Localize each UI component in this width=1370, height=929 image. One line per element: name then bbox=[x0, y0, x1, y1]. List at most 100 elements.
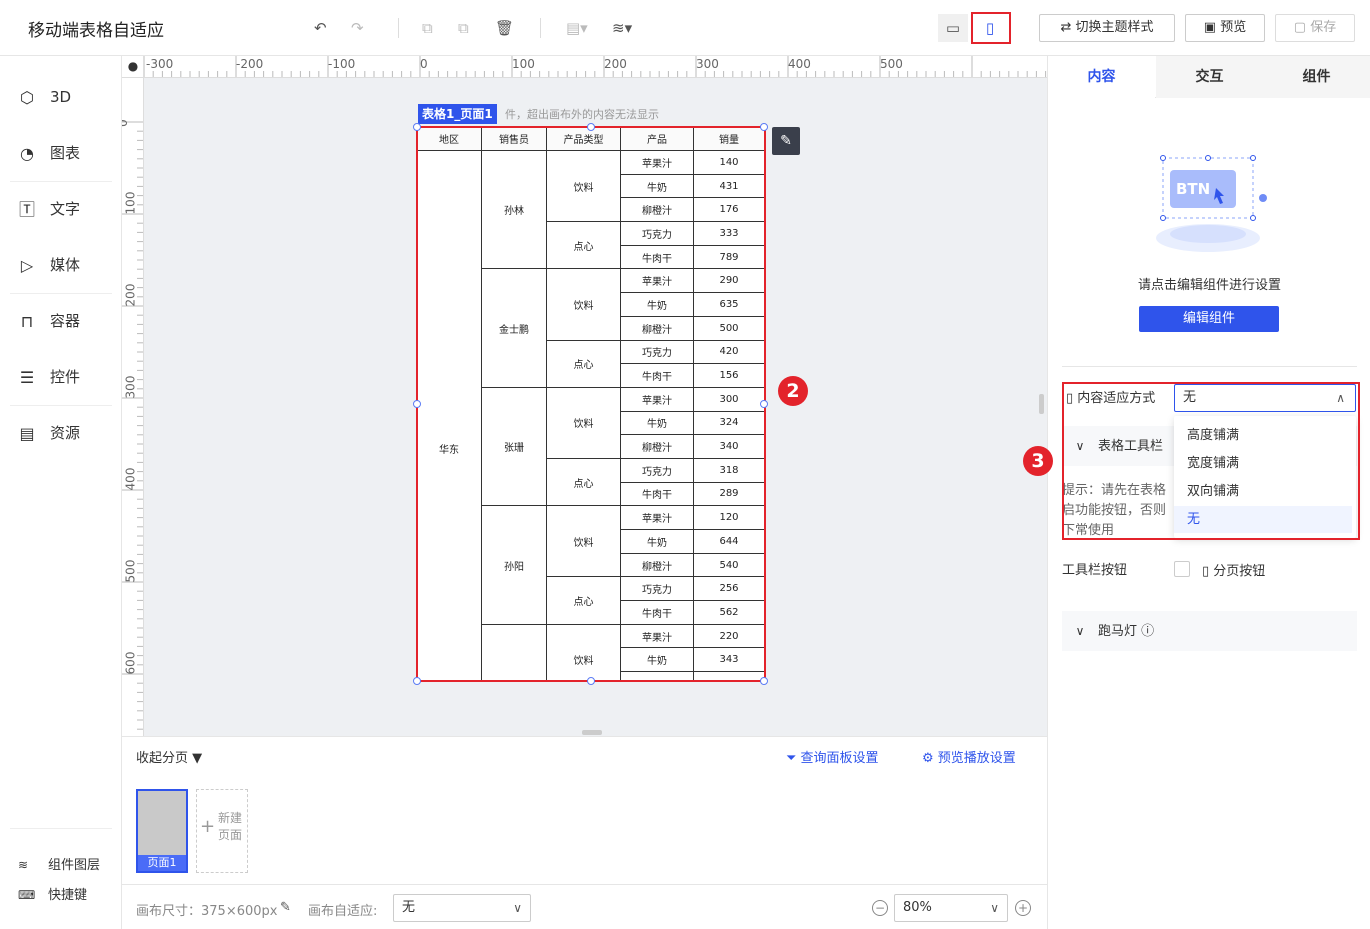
chevron-down-icon: ∨ bbox=[513, 901, 522, 915]
nav-label: 容器 bbox=[50, 312, 81, 330]
edit-pencil-button[interactable]: ✎ bbox=[772, 127, 800, 155]
zoom-in-icon[interactable]: + bbox=[1015, 900, 1031, 916]
nav-shortcuts-button[interactable]: ⌨ 快捷键 bbox=[18, 884, 87, 903]
cube-icon: ⬡ bbox=[20, 87, 34, 107]
nav-label: 文字 bbox=[50, 200, 81, 218]
zoom-select[interactable]: 80% ∨ bbox=[894, 894, 1008, 922]
resize-handle[interactable] bbox=[413, 677, 421, 685]
gear-icon: ⚙ bbox=[922, 751, 938, 766]
collapse-label: 收起分页 bbox=[136, 751, 189, 766]
resource-icon: ▤ bbox=[19, 423, 35, 443]
table-selection-box[interactable] bbox=[416, 126, 766, 682]
nav-divider bbox=[10, 293, 112, 294]
undo-icon[interactable]: ↶ bbox=[314, 18, 327, 38]
nav-item-resource[interactable]: ▤ 资源 bbox=[14, 418, 114, 448]
ruler-label: 0 bbox=[122, 119, 130, 127]
panel-resize-handle[interactable] bbox=[1039, 394, 1044, 414]
canvas-fit-label: 画布自适应: bbox=[308, 904, 378, 919]
panel-divider bbox=[1062, 366, 1357, 367]
ruler-label: -300 bbox=[146, 57, 174, 71]
help-icon[interactable]: ⓘ bbox=[1141, 624, 1154, 639]
query-label: 查询面板设置 bbox=[800, 751, 879, 766]
pages-bar: 收起分页 ▼ ⏷ 查询面板设置 ⚙ 预览播放设置 页面1 + 新建页面 bbox=[122, 736, 1047, 884]
preview-play-settings-link[interactable]: ⚙ 预览播放设置 bbox=[922, 747, 1016, 766]
component-tag[interactable]: 表格1_页面1 bbox=[418, 104, 497, 124]
ruler-label: 400 bbox=[123, 467, 138, 491]
top-toolbar: 移动端表格自适应 ↶ ↷ ⧉ ⧉ 🗑 ▤▾ ≋▾ ▭ ▯ ⇄ 切换主题样式 ▣ … bbox=[0, 0, 1370, 56]
resize-handle[interactable] bbox=[760, 400, 768, 408]
toolbar-divider bbox=[540, 18, 541, 38]
nav-item-container[interactable]: ⊓ 容器 bbox=[14, 306, 114, 336]
canvas-fit-select[interactable]: 无 ∨ bbox=[393, 894, 531, 922]
zoom-out-icon[interactable]: − bbox=[872, 900, 888, 916]
ruler-label: -100 bbox=[328, 57, 356, 71]
container-icon: ⊓ bbox=[20, 311, 34, 331]
nav-item-chart[interactable]: ◔ 图表 bbox=[14, 138, 114, 168]
tab-content[interactable]: 内容 bbox=[1048, 56, 1155, 98]
ruler-label: 200 bbox=[123, 283, 138, 307]
caret-down-icon: ▼ bbox=[192, 751, 203, 766]
callout-badge-3: 3 bbox=[1023, 446, 1053, 476]
toolbar-divider bbox=[398, 18, 399, 38]
nav-item-widget[interactable]: ☰ 控件 bbox=[14, 362, 114, 392]
preview-label: 预览 bbox=[1220, 20, 1247, 35]
query-panel-settings-link[interactable]: ⏷ 查询面板设置 bbox=[786, 747, 879, 766]
resize-handle[interactable] bbox=[413, 400, 421, 408]
new-page-button[interactable]: + 新建页面 bbox=[196, 789, 248, 873]
preview-button[interactable]: ▣ 预览 bbox=[1185, 14, 1265, 42]
edit-size-icon[interactable]: ✎ bbox=[280, 900, 291, 915]
collapse-pages-toggle[interactable]: 收起分页 ▼ bbox=[136, 747, 202, 766]
copy-icon[interactable]: ⧉ bbox=[422, 18, 433, 38]
resize-handle[interactable] bbox=[760, 123, 768, 131]
resize-handle[interactable] bbox=[413, 123, 421, 131]
delete-icon[interactable]: 🗑 bbox=[495, 18, 514, 38]
nav-item-3d[interactable]: ⬡ 3D bbox=[14, 82, 114, 112]
ruler-label: 600 bbox=[123, 651, 138, 675]
desktop-view-button[interactable]: ▭ bbox=[938, 14, 968, 42]
ruler-horizontal: -300 -200 -100 0 100 200 300 400 500 bbox=[122, 56, 1047, 78]
resize-handle[interactable] bbox=[760, 677, 768, 685]
text-icon: 🅃 bbox=[18, 199, 35, 219]
visibility-eye-icon[interactable]: ● bbox=[124, 59, 142, 75]
ruler-label: 0 bbox=[420, 57, 428, 71]
nav-layers-button[interactable]: ≋ 组件图层 bbox=[18, 854, 100, 873]
nav-label: 控件 bbox=[50, 368, 81, 386]
resize-handle[interactable] bbox=[587, 123, 595, 131]
tab-component[interactable]: 组件 bbox=[1263, 56, 1370, 98]
resize-handle[interactable] bbox=[587, 677, 595, 685]
illus-btn-text: BTN bbox=[1176, 180, 1210, 198]
pager-checkbox[interactable] bbox=[1174, 561, 1190, 577]
nav-item-text[interactable]: 🅃 文字 bbox=[14, 194, 114, 224]
marquee-title: 跑马灯 bbox=[1098, 624, 1138, 639]
layer-order-icon[interactable]: ≋▾ bbox=[612, 18, 632, 38]
tab-interaction[interactable]: 交互 bbox=[1156, 56, 1263, 98]
save-button[interactable]: ▢ 保存 bbox=[1275, 14, 1355, 42]
preview-icon: ▣ bbox=[1203, 20, 1221, 35]
edit-hint-text: 请点击编辑组件进行设置 bbox=[1137, 278, 1281, 293]
canvas-hint: 件，超出画布外的内容无法显示 bbox=[505, 108, 659, 121]
edit-component-button[interactable]: 编辑组件 bbox=[1139, 306, 1279, 332]
nav-divider bbox=[10, 181, 112, 182]
nav-item-media[interactable]: ▷ 媒体 bbox=[14, 250, 114, 280]
switch-theme-button[interactable]: ⇄ 切换主题样式 bbox=[1039, 14, 1175, 42]
property-tabs: 内容 交互 组件 bbox=[1048, 56, 1370, 98]
save-icon: ▢ bbox=[1293, 20, 1311, 35]
paste-icon[interactable]: ⧉ bbox=[458, 18, 469, 38]
switch-icon: ⇄ bbox=[1060, 20, 1076, 35]
pager-button-label: ▯ 分页按钮 bbox=[1202, 560, 1265, 579]
nav-foot-label: 快捷键 bbox=[48, 888, 88, 903]
page-thumbnail[interactable]: 页面1 bbox=[136, 789, 188, 873]
marquee-section[interactable]: ∨ 跑马灯 ⓘ bbox=[1062, 611, 1357, 651]
left-component-nav: ⬡ 3D ◔ 图表 🅃 文字 ▷ 媒体 ⊓ 容器 ☰ 控件 ▤ 资源 ≋ 组件图层 ⌨ 快捷键 bbox=[0, 56, 122, 929]
ruler-label: 500 bbox=[123, 559, 138, 583]
canvas-fit-value: 无 bbox=[402, 900, 416, 915]
canvas-resize-handle[interactable] bbox=[582, 730, 602, 735]
design-canvas[interactable]: -300 -200 -100 0 100 200 300 400 500 ● 0… bbox=[122, 56, 1047, 736]
desktop-icon: ▭ bbox=[945, 19, 961, 37]
nav-label: 媒体 bbox=[50, 256, 81, 274]
toolbar-button-label: 工具栏按钮 bbox=[1062, 563, 1128, 578]
ruler-label: 400 bbox=[788, 57, 811, 71]
redo-icon[interactable]: ↷ bbox=[351, 18, 364, 38]
align-icon[interactable]: ▤▾ bbox=[566, 18, 588, 38]
app-title: 移动端表格自适应 bbox=[28, 21, 164, 41]
